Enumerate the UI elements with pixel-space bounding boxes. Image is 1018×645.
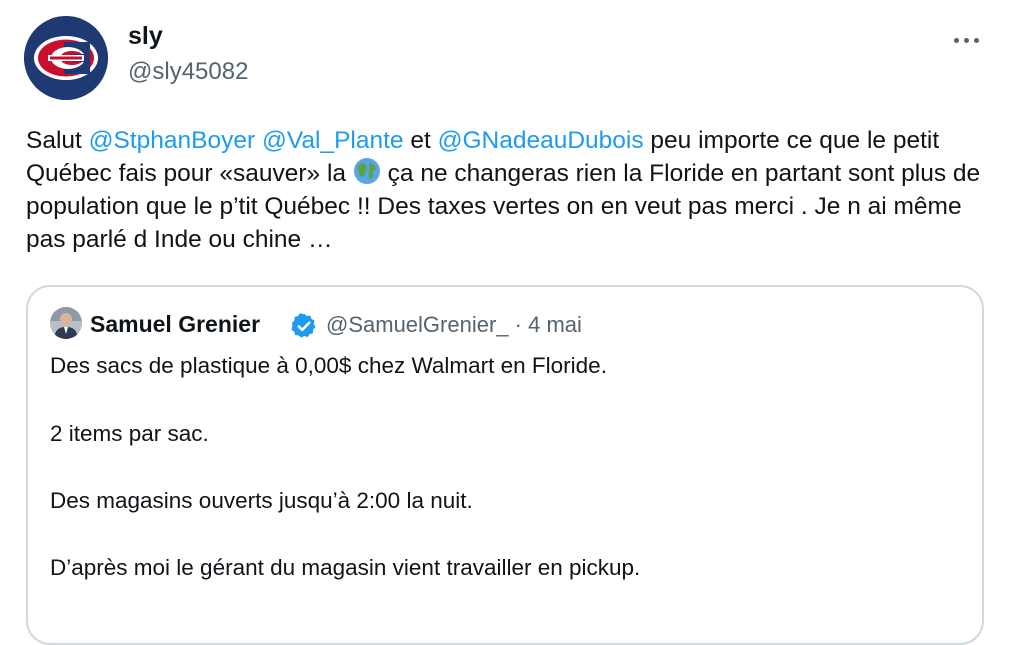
author-name[interactable]: sly	[128, 22, 163, 51]
globe-emoji-icon	[353, 158, 380, 184]
quote-avatar[interactable]	[50, 307, 82, 339]
tweet-text-segment: et	[403, 127, 438, 154]
more-options-icon[interactable]	[954, 34, 990, 46]
quote-text-line: D’après moi le gérant du magasin vient t…	[50, 555, 641, 580]
tweet-text-segment: Salut	[26, 127, 89, 154]
tweet-text: Salut @StphanBoyer @Val_Plante et @GNade…	[26, 124, 992, 256]
avatar[interactable]	[24, 16, 108, 100]
quoted-tweet[interactable]: Samuel Grenier @SamuelGrenier_ · 4 mai D…	[26, 285, 984, 645]
habs-logo-icon	[24, 16, 108, 100]
meta-separator: ·	[514, 312, 522, 337]
quote-author-handle[interactable]: @SamuelGrenier_	[326, 312, 509, 337]
person-photo-icon	[50, 307, 82, 339]
author-handle[interactable]: @sly45082	[128, 58, 248, 86]
mention-link[interactable]: @StphanBoyer	[89, 127, 256, 154]
mention-link[interactable]: @Val_Plante	[262, 127, 404, 154]
quote-text-line: 2 items par sac.	[50, 421, 209, 446]
quote-meta: @SamuelGrenier_ · 4 mai	[326, 312, 582, 338]
quote-text-line: Des magasins ouverts jusqu’à 2:00 la nui…	[50, 488, 473, 513]
tweet-text-segment	[255, 127, 262, 154]
quote-text-line: Des sacs de plastique à 0,00$ chez Walma…	[50, 353, 607, 378]
mention-link[interactable]: @GNadeauDubois	[438, 127, 644, 154]
quote-author-name[interactable]: Samuel Grenier	[90, 311, 260, 338]
verified-badge-icon	[291, 313, 316, 338]
quote-date[interactable]: 4 mai	[528, 312, 582, 337]
